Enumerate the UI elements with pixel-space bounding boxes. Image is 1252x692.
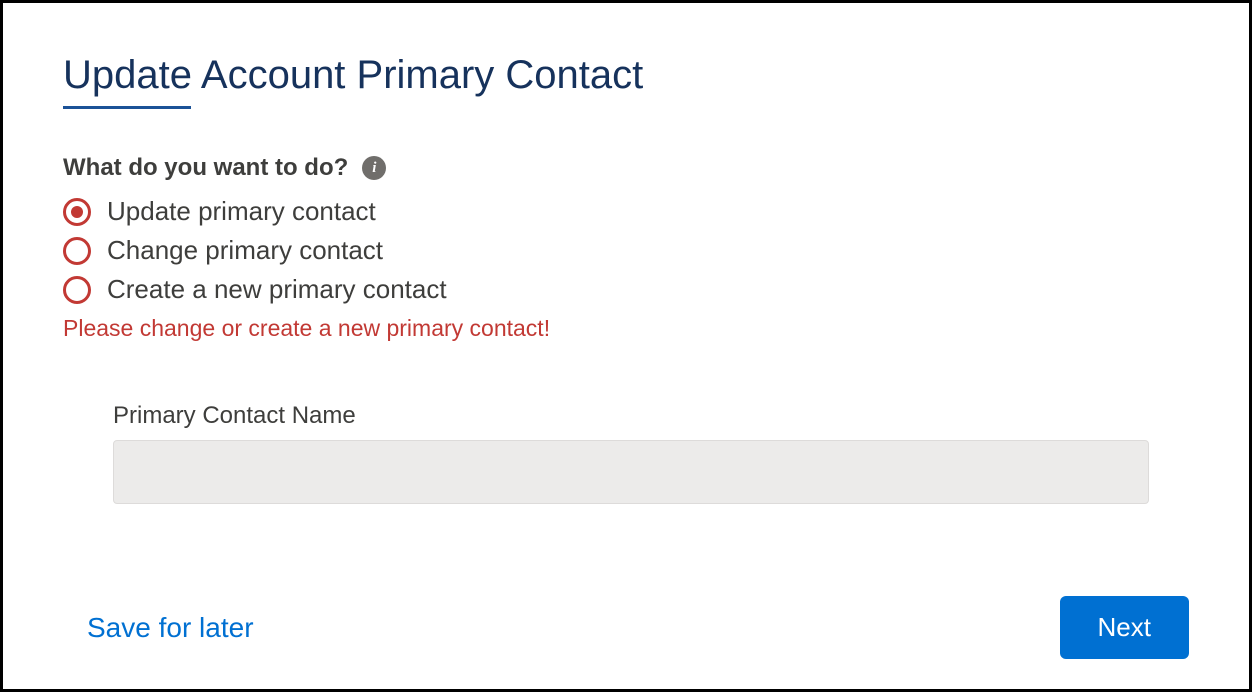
input-section: Primary Contact Name xyxy=(63,402,1189,504)
radio-label: Change primary contact xyxy=(107,235,383,266)
form-container: Update Account Primary Contact What do y… xyxy=(0,0,1252,692)
info-icon[interactable]: i xyxy=(362,156,386,180)
radio-option-create[interactable]: Create a new primary contact xyxy=(63,274,1189,305)
radio-group: Update primary contact Change primary co… xyxy=(63,196,1189,305)
radio-icon xyxy=(63,276,91,304)
radio-icon xyxy=(63,237,91,265)
input-label: Primary Contact Name xyxy=(113,402,1149,430)
radio-label: Update primary contact xyxy=(107,196,376,227)
primary-contact-name-input[interactable] xyxy=(113,440,1149,504)
title-underline xyxy=(63,106,191,109)
radio-icon xyxy=(63,198,91,226)
page-title: Update Account Primary Contact xyxy=(63,53,1189,98)
error-message: Please change or create a new primary co… xyxy=(63,315,1189,342)
radio-label: Create a new primary contact xyxy=(107,274,447,305)
footer: Save for later Next xyxy=(63,596,1189,659)
next-button[interactable]: Next xyxy=(1060,596,1189,659)
radio-option-update[interactable]: Update primary contact xyxy=(63,196,1189,227)
prompt-row: What do you want to do? i xyxy=(63,154,1189,182)
save-for-later-link[interactable]: Save for later xyxy=(63,612,254,644)
radio-option-change[interactable]: Change primary contact xyxy=(63,235,1189,266)
prompt-label: What do you want to do? xyxy=(63,154,348,182)
